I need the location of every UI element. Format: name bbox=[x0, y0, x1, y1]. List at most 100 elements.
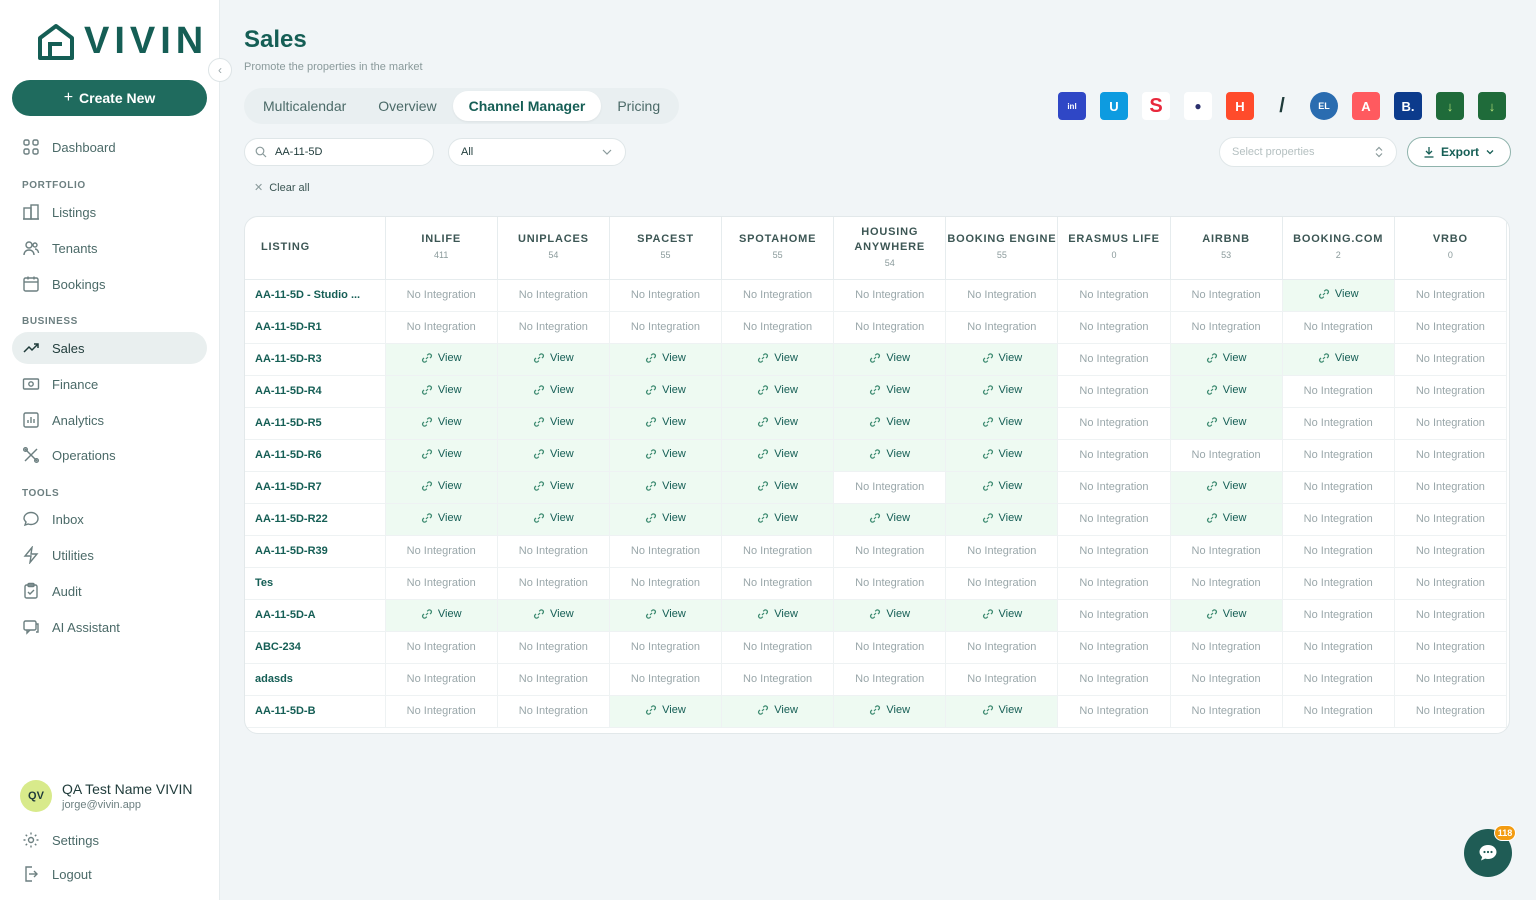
sidebar-item-inbox[interactable]: Inbox bbox=[12, 503, 207, 535]
view-integration-link[interactable]: View bbox=[609, 439, 723, 472]
column-header-booking-engine[interactable]: BOOKING ENGINE 55 bbox=[945, 217, 1059, 280]
view-link[interactable]: View bbox=[869, 448, 910, 460]
column-header-uniplaces[interactable]: UNIPLACES 54 bbox=[497, 217, 610, 280]
view-link[interactable]: View bbox=[533, 480, 574, 492]
listing-name[interactable]: Tes bbox=[245, 567, 386, 600]
view-integration-link[interactable]: View bbox=[721, 503, 835, 536]
view-integration-link[interactable]: View bbox=[833, 599, 947, 632]
download-icon[interactable]: ↓ bbox=[1436, 92, 1464, 120]
view-link[interactable]: View bbox=[533, 448, 574, 460]
view-link[interactable]: View bbox=[645, 480, 686, 492]
view-link[interactable]: View bbox=[869, 704, 910, 716]
view-integration-link[interactable]: View bbox=[497, 439, 610, 472]
view-integration-link[interactable]: View bbox=[1170, 407, 1283, 440]
clear-all-button[interactable]: ✕ Clear all bbox=[254, 181, 310, 195]
view-link[interactable]: View bbox=[421, 480, 462, 492]
view-link[interactable]: View bbox=[757, 608, 798, 620]
view-integration-link[interactable]: View bbox=[385, 599, 498, 632]
view-integration-link[interactable]: View bbox=[945, 695, 1059, 728]
view-link[interactable]: View bbox=[982, 480, 1022, 492]
select-properties-dropdown[interactable]: Select properties bbox=[1219, 137, 1397, 167]
view-integration-link[interactable]: View bbox=[721, 599, 835, 632]
view-link[interactable]: View bbox=[1206, 352, 1246, 364]
view-integration-link[interactable]: View bbox=[945, 439, 1059, 472]
view-integration-link[interactable]: View bbox=[945, 599, 1059, 632]
view-link[interactable]: View bbox=[533, 416, 574, 428]
listing-name[interactable]: AA-11-5D-B bbox=[245, 695, 386, 728]
view-integration-link[interactable]: View bbox=[833, 439, 947, 472]
export-button[interactable]: Export bbox=[1407, 137, 1511, 167]
view-integration-link[interactable]: View bbox=[1170, 503, 1283, 536]
listing-name[interactable]: AA-11-5D-R39 bbox=[245, 535, 386, 568]
view-link[interactable]: View bbox=[645, 608, 686, 620]
housing-anywhere-icon[interactable]: H bbox=[1226, 92, 1254, 120]
view-integration-link[interactable]: View bbox=[833, 695, 947, 728]
listing-name[interactable]: AA-11-5D-R3 bbox=[245, 343, 386, 376]
view-link[interactable]: View bbox=[421, 384, 462, 396]
listing-name[interactable]: AA-11-5D-R6 bbox=[245, 439, 386, 472]
erasmus-life-icon[interactable]: EL bbox=[1310, 92, 1338, 120]
listing-name[interactable]: AA-11-5D-R22 bbox=[245, 503, 386, 536]
view-integration-link[interactable]: View bbox=[497, 407, 610, 440]
view-link[interactable]: View bbox=[645, 352, 686, 364]
sidebar-item-listings[interactable]: Listings bbox=[12, 196, 207, 228]
view-integration-link[interactable]: View bbox=[1170, 343, 1283, 376]
view-integration-link[interactable]: View bbox=[385, 439, 498, 472]
view-link[interactable]: View bbox=[982, 384, 1022, 396]
listing-name[interactable]: AA-11-5D-R7 bbox=[245, 471, 386, 504]
tab-channel-manager[interactable]: Channel Manager bbox=[452, 91, 602, 121]
view-integration-link[interactable]: View bbox=[833, 343, 947, 376]
column-header-inlife[interactable]: INLIFE 411 bbox=[385, 217, 498, 280]
column-header-vrbo[interactable]: VRBO 0 bbox=[1394, 217, 1508, 280]
view-link[interactable]: View bbox=[869, 384, 910, 396]
uniplaces-icon[interactable]: U bbox=[1100, 92, 1128, 120]
inlife-icon[interactable]: inl bbox=[1058, 92, 1086, 120]
listing-name[interactable]: adasds bbox=[245, 663, 386, 696]
listing-name[interactable]: AA-11-5D-R4 bbox=[245, 375, 386, 408]
view-integration-link[interactable]: View bbox=[721, 695, 835, 728]
view-integration-link[interactable]: View bbox=[609, 407, 723, 440]
sidebar-item-settings[interactable]: Settings bbox=[12, 824, 207, 856]
view-link[interactable]: View bbox=[533, 352, 574, 364]
view-integration-link[interactable]: View bbox=[1282, 343, 1395, 376]
view-integration-link[interactable]: View bbox=[945, 407, 1059, 440]
view-link[interactable]: View bbox=[645, 704, 686, 716]
view-integration-link[interactable]: View bbox=[721, 439, 835, 472]
view-link[interactable]: View bbox=[421, 608, 462, 620]
view-integration-link[interactable]: View bbox=[1170, 599, 1283, 632]
spacest-icon[interactable]: S bbox=[1142, 92, 1170, 120]
view-link[interactable]: View bbox=[421, 512, 462, 524]
view-integration-link[interactable]: View bbox=[497, 471, 610, 504]
view-integration-link[interactable]: View bbox=[1282, 279, 1395, 312]
view-link[interactable]: View bbox=[757, 384, 798, 396]
tab-pricing[interactable]: Pricing bbox=[601, 91, 676, 121]
column-header-erasmus-life[interactable]: ERASMUS LIFE 0 bbox=[1057, 217, 1171, 280]
view-link[interactable]: View bbox=[757, 480, 798, 492]
view-integration-link[interactable]: View bbox=[833, 503, 947, 536]
view-link[interactable]: View bbox=[1318, 288, 1359, 300]
view-integration-link[interactable]: View bbox=[945, 503, 1059, 536]
view-link[interactable]: View bbox=[982, 608, 1022, 620]
view-integration-link[interactable]: View bbox=[833, 375, 947, 408]
view-integration-link[interactable]: View bbox=[497, 343, 610, 376]
view-integration-link[interactable]: View bbox=[385, 343, 498, 376]
view-link[interactable]: View bbox=[645, 384, 686, 396]
vivin-logo[interactable]: VIVIN bbox=[36, 20, 208, 63]
view-link[interactable]: View bbox=[982, 704, 1022, 716]
view-integration-link[interactable]: View bbox=[609, 471, 723, 504]
view-link[interactable]: View bbox=[421, 416, 462, 428]
view-link[interactable]: View bbox=[869, 416, 910, 428]
create-new-button[interactable]: + Create New bbox=[12, 80, 207, 116]
tab-multicalendar[interactable]: Multicalendar bbox=[247, 91, 362, 121]
column-header-spotahome[interactable]: SPOTAHOME 55 bbox=[721, 217, 835, 280]
sidebar-item-analytics[interactable]: Analytics bbox=[12, 404, 207, 436]
view-link[interactable]: View bbox=[757, 416, 798, 428]
view-link[interactable]: View bbox=[645, 448, 686, 460]
view-link[interactable]: View bbox=[869, 512, 910, 524]
sidebar-item-utilities[interactable]: Utilities bbox=[12, 539, 207, 571]
column-header-spacest[interactable]: SPACEST 55 bbox=[609, 217, 723, 280]
view-integration-link[interactable]: View bbox=[385, 503, 498, 536]
column-header-booking-com[interactable]: BOOKING.COM 2 bbox=[1282, 217, 1395, 280]
view-link[interactable]: View bbox=[421, 352, 462, 364]
view-link[interactable]: View bbox=[757, 352, 798, 364]
